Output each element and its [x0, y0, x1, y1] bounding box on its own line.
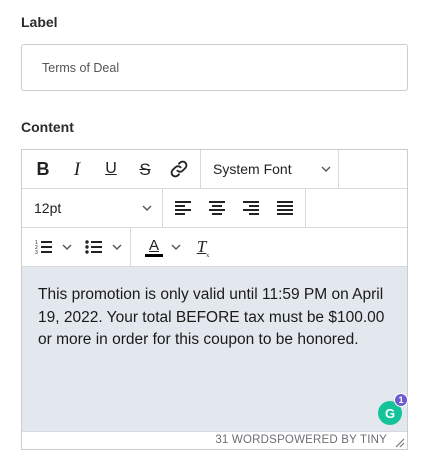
chevron-down-icon	[62, 244, 71, 250]
numbered-list-icon: 1 2 3	[35, 240, 52, 255]
italic-icon: I	[73, 158, 81, 180]
align-right-icon	[243, 201, 259, 215]
resize-handle-icon[interactable]	[393, 436, 405, 448]
chevron-down-icon	[112, 244, 121, 250]
align-justify-button[interactable]	[271, 194, 299, 222]
chevron-down-icon	[142, 205, 152, 211]
text-color-swatch	[145, 253, 163, 257]
align-center-button[interactable]	[203, 194, 231, 222]
grammarly-button[interactable]: G 1	[378, 393, 408, 425]
font-size-group: 12pt	[22, 189, 163, 227]
align-left-icon	[175, 201, 191, 215]
clear-formatting-icon: Tₓ	[196, 237, 210, 259]
chevron-down-icon	[321, 166, 331, 172]
font-family-select[interactable]: System Font	[213, 150, 331, 188]
align-center-icon	[209, 201, 225, 215]
list-group: 1 2 3	[22, 228, 131, 266]
underline-icon: U	[105, 160, 117, 177]
alignment-group	[163, 189, 306, 227]
font-size-value: 12pt	[34, 200, 62, 216]
numbered-list-button[interactable]: 1 2 3	[30, 233, 76, 261]
align-right-button[interactable]	[237, 194, 265, 222]
label-heading: Label	[21, 14, 58, 30]
svg-text:3: 3	[35, 250, 38, 255]
bullet-list-button[interactable]	[80, 233, 126, 261]
toolbar-row-1: B I U S System Font	[22, 150, 407, 189]
bold-button[interactable]: B	[29, 155, 57, 183]
rich-text-editor: B I U S System Font 12pt 1 2 3 A Tₓ This…	[21, 149, 408, 450]
label-input[interactable]	[21, 44, 408, 91]
toolbar-row-3: 1 2 3 A Tₓ	[22, 228, 407, 267]
italic-button[interactable]: I	[63, 155, 91, 183]
link-icon	[170, 160, 188, 178]
text-color-button[interactable]: A	[141, 233, 185, 261]
font-size-select[interactable]: 12pt	[34, 189, 152, 227]
text-color-letter: A	[148, 236, 159, 254]
grammarly-badge: 1	[394, 393, 408, 407]
powered-by-tiny-link[interactable]: POWERED BY TINY	[277, 434, 387, 446]
format-group: B I U S	[22, 150, 201, 188]
toolbar-row-2: 12pt	[22, 189, 407, 228]
link-button[interactable]	[165, 155, 193, 183]
underline-button[interactable]: U	[97, 155, 125, 183]
align-justify-icon	[277, 201, 293, 215]
word-count[interactable]: 31 WORDS	[215, 434, 277, 446]
chevron-down-icon	[171, 244, 181, 250]
clear-formatting-letter: T	[196, 237, 207, 256]
clear-formatting-button[interactable]: Tₓ	[189, 233, 217, 261]
color-group: A Tₓ	[131, 228, 224, 266]
editor-content[interactable]: This promotion is only valid until 11:59…	[22, 267, 407, 431]
align-left-button[interactable]	[169, 194, 197, 222]
strikethrough-icon: S	[139, 159, 151, 179]
text-color-icon: A	[145, 238, 163, 257]
bold-icon: B	[36, 159, 50, 179]
editor-statusbar: 31 WORDS POWERED BY TINY	[22, 431, 407, 449]
font-family-group: System Font	[201, 150, 339, 188]
strikethrough-button[interactable]: S	[131, 155, 159, 183]
grammarly-icon: G	[384, 405, 396, 421]
font-family-value: System Font	[213, 161, 292, 177]
bullet-list-icon	[84, 240, 102, 254]
content-heading: Content	[21, 119, 74, 135]
